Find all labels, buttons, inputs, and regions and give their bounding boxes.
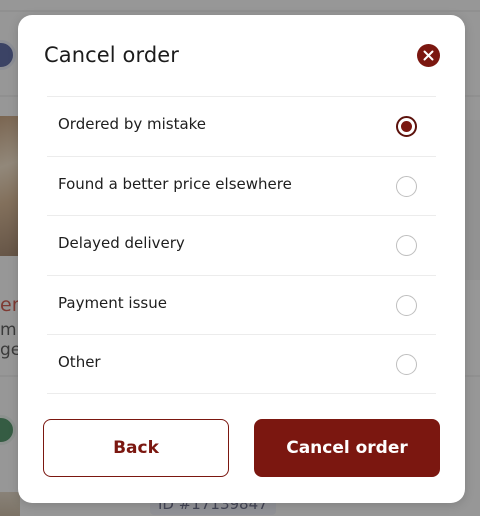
- reason-label: Ordered by mistake: [58, 115, 207, 133]
- reason-option-better-price[interactable]: Found a better price elsewhere: [47, 155, 436, 216]
- reason-option-delayed-delivery[interactable]: Delayed delivery: [47, 215, 436, 275]
- reason-list: Ordered by mistake Found a better price …: [47, 96, 436, 394]
- reason-option-other[interactable]: Other: [47, 334, 436, 394]
- reason-option-ordered-by-mistake[interactable]: Ordered by mistake: [47, 96, 436, 156]
- reason-label: Found a better price elsewhere: [58, 174, 292, 193]
- close-button[interactable]: [417, 44, 440, 67]
- cancel-order-button[interactable]: Cancel order: [254, 419, 440, 477]
- back-button[interactable]: Back: [43, 419, 229, 477]
- radio-selected[interactable]: [396, 116, 417, 137]
- reason-label: Other: [58, 353, 101, 371]
- radio-unselected[interactable]: [396, 294, 417, 316]
- cancel-order-dialog: Cancel order Ordered by mistake Found a …: [18, 15, 465, 503]
- reason-label: Payment issue: [58, 293, 167, 312]
- radio-unselected[interactable]: [396, 175, 417, 197]
- close-icon: [423, 50, 434, 61]
- reason-option-payment-issue[interactable]: Payment issue: [47, 274, 436, 335]
- dialog-title: Cancel order: [44, 43, 180, 67]
- radio-unselected[interactable]: [396, 235, 417, 256]
- radio-unselected[interactable]: [396, 354, 417, 375]
- reason-label: Delayed delivery: [58, 234, 185, 252]
